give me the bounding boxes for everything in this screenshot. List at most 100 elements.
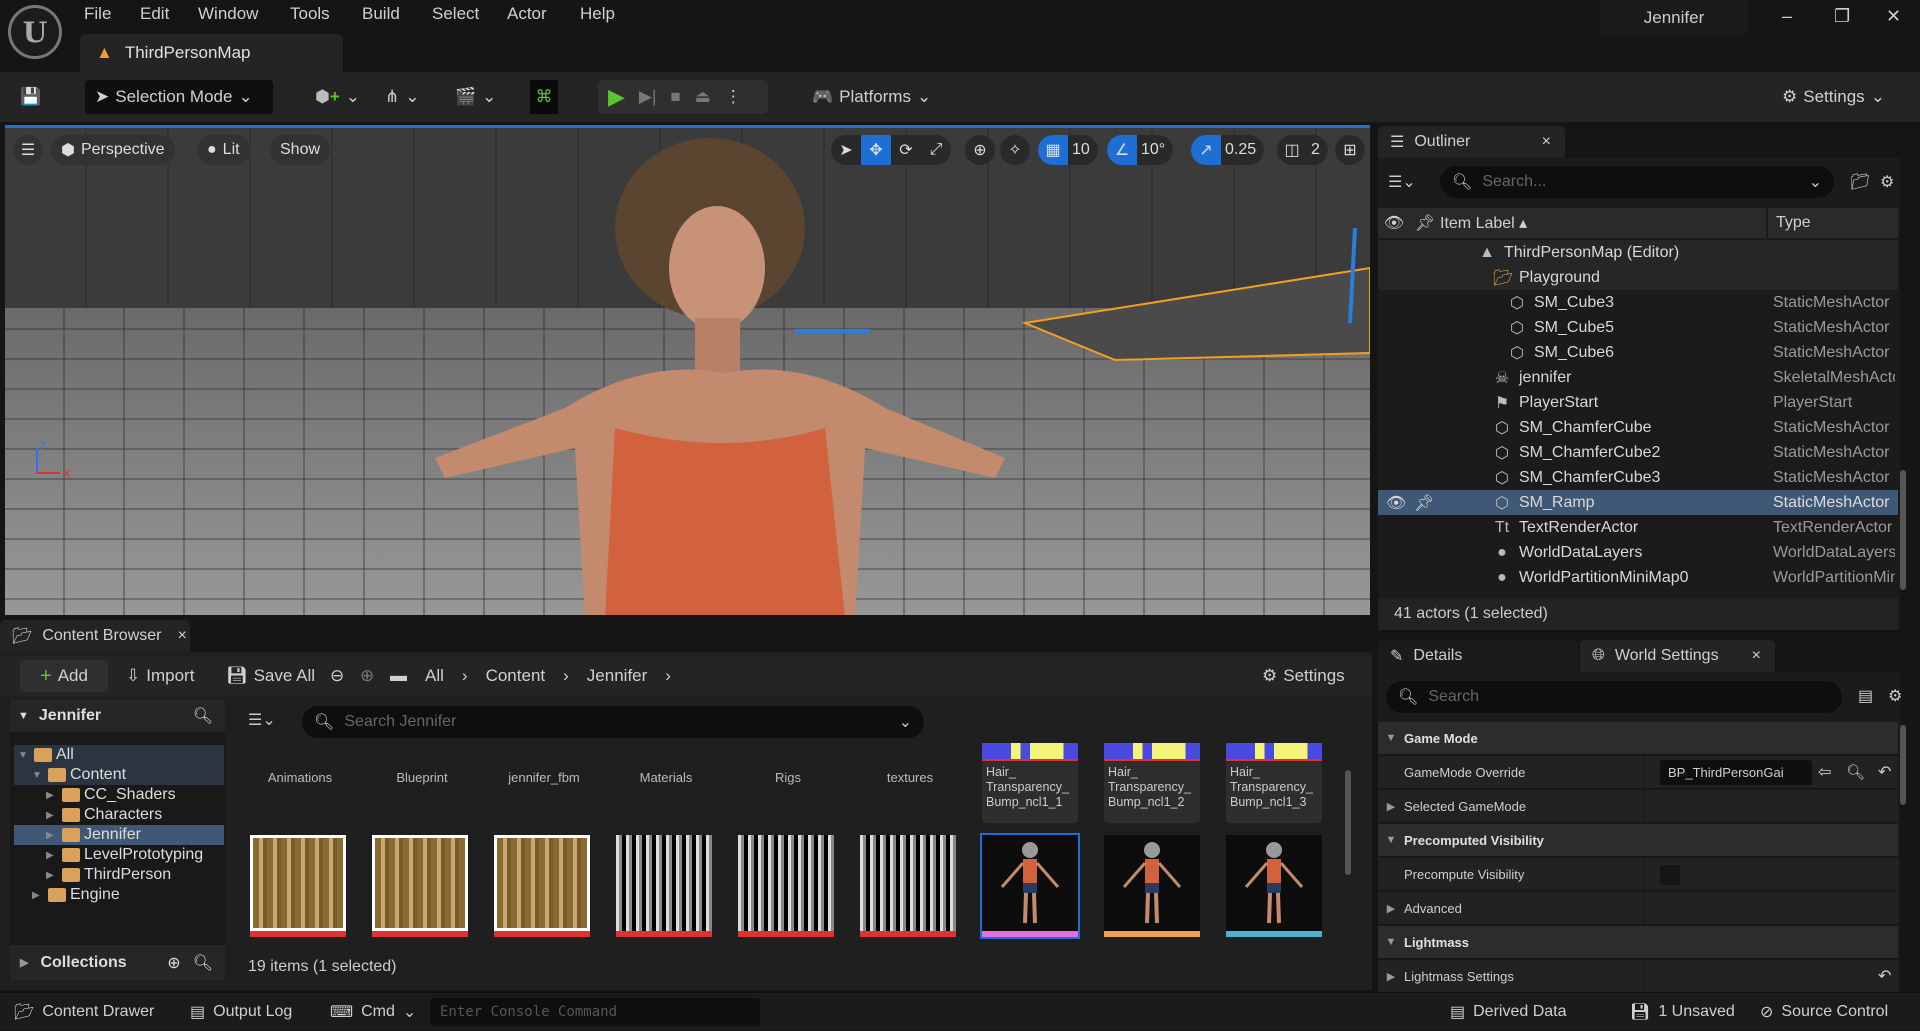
outliner-row[interactable]: ☠ jennifer SkeletalMeshActor — [1378, 365, 1898, 390]
lit-button[interactable]: ● Lit — [197, 135, 250, 165]
folder-rigs[interactable]: Rigs — [733, 770, 843, 785]
forward-icon[interactable]: ⊕ — [360, 660, 374, 692]
tree-item-thirdperson[interactable]: ▶ ThirdPerson — [14, 865, 224, 885]
breadcrumb-content[interactable]: Content — [486, 666, 546, 686]
restore-icon[interactable]: ❐ — [1834, 6, 1850, 27]
import-button[interactable]: ⇩ Import — [126, 660, 194, 692]
visibility-icon[interactable]: 👁︎ — [1386, 493, 1406, 513]
details-row[interactable]: ▶ Advanced — [1378, 892, 1898, 925]
stop-icon[interactable]: ■ — [670, 87, 680, 107]
content-drawer-button[interactable]: 📂︎ Content Drawer — [4, 993, 164, 1031]
column-type[interactable]: Type — [1766, 208, 1896, 238]
advance-frame-icon[interactable]: ▶| — [639, 87, 657, 107]
tab-content-browser[interactable]: 📂︎ Content Browser × — [0, 620, 190, 652]
table-view-icon[interactable]: ▤ — [1858, 686, 1873, 706]
filter-icon[interactable]: ☰⌄ — [1388, 172, 1416, 192]
tree-header[interactable]: ▼ Jennifer 🔍︎ — [10, 700, 225, 732]
unsaved-button[interactable]: 💾︎ 1 Unsaved — [1620, 993, 1745, 1031]
visibility-icon[interactable]: 👁︎ — [1378, 213, 1410, 233]
menu-build[interactable]: Build — [362, 4, 400, 24]
tree-item-content[interactable]: ▼ Content — [14, 765, 224, 785]
expand-arrow-icon[interactable]: ▶ — [46, 830, 58, 841]
menu-actor[interactable]: Actor — [507, 4, 547, 24]
expand-arrow-icon[interactable]: ▶ — [32, 890, 44, 901]
tab-details[interactable]: ✎ Details — [1378, 640, 1578, 672]
skeletal-mesh-asset[interactable] — [1226, 835, 1322, 937]
layout-icon[interactable]: ⊞ — [1335, 135, 1365, 165]
blueprint-button[interactable]: ⋔ ⌄ — [385, 80, 420, 114]
tree-item-jennifer[interactable]: ▶ Jennifer — [14, 825, 224, 845]
settings-button[interactable]: ⚙ Settings ⌄ — [1782, 80, 1885, 114]
menu-help[interactable]: Help — [580, 4, 615, 24]
details-row[interactable]: ▼ Precomputed Visibility — [1378, 824, 1898, 857]
use-selected-icon[interactable]: ⇦ — [1818, 762, 1831, 782]
folder-animations[interactable]: Animations — [245, 770, 355, 785]
precompute-visibility-checkbox[interactable] — [1660, 865, 1680, 885]
add-actor-button[interactable]: ⬢+ ⌄ — [315, 80, 360, 114]
outliner-row[interactable]: ⬡ SM_Cube5 StaticMeshActor — [1378, 315, 1898, 340]
close-icon[interactable]: ✕ — [1886, 6, 1901, 27]
save-all-button[interactable]: 💾︎ Save All — [226, 660, 315, 692]
hair-diffuse-texture[interactable] — [372, 835, 468, 937]
console-command-input[interactable]: Enter Console Command — [430, 998, 760, 1026]
reset-icon[interactable]: ↶ — [1878, 762, 1891, 782]
source-control-button[interactable]: ⊘ Source Control — [1750, 993, 1898, 1031]
rotation-snap-toggle[interactable]: ∠ 10° — [1107, 135, 1174, 165]
outliner-row[interactable]: Tt TextRenderActor TextRenderActor — [1378, 515, 1898, 540]
close-tab-icon[interactable]: × — [1542, 133, 1551, 151]
tab-third-person-map[interactable]: ▲ ThirdPersonMap — [80, 34, 343, 72]
outliner-row[interactable]: ▲ ThirdPersonMap (Editor) — [1378, 240, 1898, 265]
tab-world-settings[interactable]: 🌐︎ World Settings × — [1580, 640, 1775, 672]
collapse-arrow-icon[interactable]: ▼ — [18, 750, 30, 761]
hair-diffuse-texture[interactable] — [494, 835, 590, 937]
hair-alpha-texture[interactable] — [616, 835, 712, 937]
outliner-row[interactable]: ● WorldDataLayers WorldDataLayers — [1378, 540, 1898, 565]
outliner-row[interactable]: ⬡ SM_Cube3 StaticMeshActor — [1378, 290, 1898, 315]
close-tab-icon[interactable]: × — [1752, 647, 1761, 665]
menu-file[interactable]: File — [84, 4, 111, 24]
minimize-icon[interactable]: – — [1782, 6, 1792, 27]
folder-textures[interactable]: textures — [855, 770, 965, 785]
eject-icon[interactable]: ⏏ — [695, 87, 711, 107]
collapse-arrow-icon[interactable]: ▼ — [32, 770, 44, 781]
details-row[interactable]: ▼ Game Mode — [1378, 722, 1898, 755]
outliner-row[interactable]: ⬡ SM_ChamferCube StaticMeshActor — [1378, 415, 1898, 440]
more-options-icon[interactable]: ⋮ — [725, 87, 742, 107]
add-folder-icon[interactable]: 📁︎ — [1850, 172, 1870, 192]
tree-item-levelprototyping[interactable]: ▶ LevelPrototyping — [14, 845, 224, 865]
gamemode-override-dropdown[interactable]: BP_ThirdPersonGai — [1660, 760, 1812, 785]
outliner-row[interactable]: 📂︎ Playground — [1378, 265, 1898, 290]
level-viewport[interactable]: ZX ☰ ⬢ Perspective ● Lit Show ➤ ✥ ⟳ ⤢ ⊕ ✧ … — [5, 125, 1370, 615]
sm-ramp-selected[interactable] — [1021, 266, 1370, 362]
tree-item-cc_shaders[interactable]: ▶ CC_Shaders — [14, 785, 224, 805]
modes-icon[interactable]: ⌘ — [530, 80, 558, 114]
details-row[interactable]: Precompute Visibility — [1378, 858, 1898, 891]
expand-arrow-icon[interactable]: ▶ — [1378, 800, 1404, 813]
search-icon[interactable]: 🔍︎ — [193, 706, 213, 726]
tab-outliner[interactable]: ☰ Outliner × — [1378, 126, 1565, 158]
unreal-logo[interactable]: U — [8, 5, 62, 59]
perspective-button[interactable]: ⬢ Perspective — [51, 135, 175, 165]
skeletal-mesh-asset[interactable] — [980, 833, 1080, 939]
gear-icon[interactable]: ⚙ — [1880, 172, 1894, 192]
details-row[interactable]: GameMode Override BP_ThirdPersonGai ⇦ 🔍︎ ↶ — [1378, 756, 1898, 789]
collapse-arrow-icon[interactable]: ▼ — [1378, 834, 1404, 846]
menu-tools[interactable]: Tools — [290, 4, 330, 24]
details-row[interactable]: ▶ Lightmass Settings ↶ — [1378, 960, 1898, 993]
tree-item-all[interactable]: ▼ All — [14, 745, 224, 765]
character-jennifer[interactable] — [435, 138, 1005, 615]
scale-tool-icon[interactable]: ⤢ — [921, 135, 951, 165]
reset-icon[interactable]: ↶ — [1878, 966, 1891, 986]
folder-jennifer_fbm[interactable]: jennifer_fbm — [489, 770, 599, 785]
cinematics-button[interactable]: 🎬 ⌄ — [455, 80, 496, 114]
surface-snap-icon[interactable]: ✧ — [1000, 135, 1030, 165]
search-icon[interactable]: 🔍︎ — [193, 953, 213, 973]
rotate-tool-icon[interactable]: ⟳ — [891, 135, 921, 165]
hair-diffuse-texture[interactable] — [250, 835, 346, 937]
outliner-row[interactable]: 👁︎ 📌︎ ⬡ SM_Ramp StaticMeshActor — [1378, 490, 1898, 515]
outliner-row[interactable]: ⬡ SM_Cube6 StaticMeshActor — [1378, 340, 1898, 365]
translate-tool-icon[interactable]: ✥ — [861, 135, 891, 165]
select-tool-icon[interactable]: ➤ — [831, 135, 861, 165]
play-icon[interactable]: ▶ — [608, 84, 625, 110]
user-name[interactable]: Jennifer — [1600, 0, 1748, 35]
